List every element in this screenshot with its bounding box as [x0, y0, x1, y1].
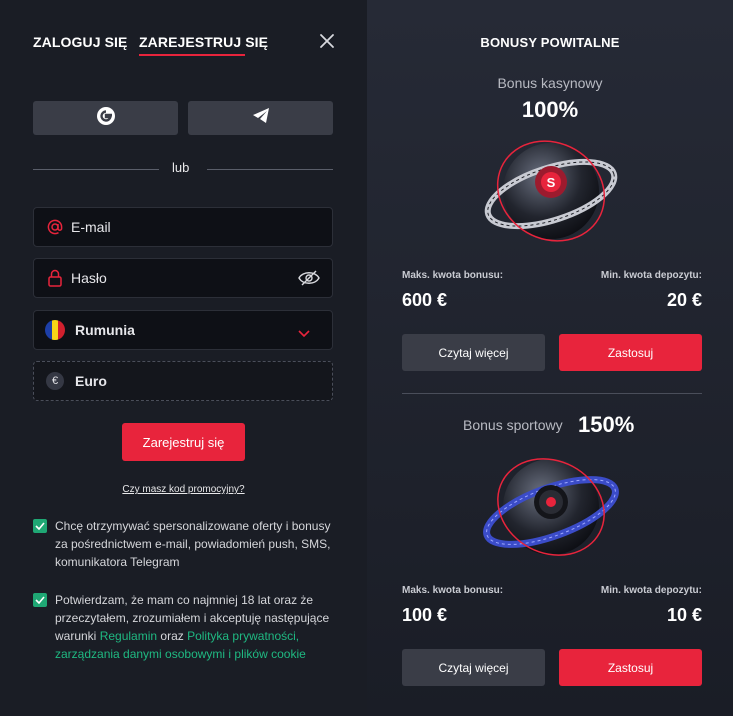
casino-min-value: 20 € [666, 290, 702, 310]
password-field[interactable]: Hasło [33, 258, 333, 298]
divider-left [33, 169, 159, 170]
terms-link[interactable]: Regulamin [100, 629, 157, 643]
country-select[interactable]: Rumunia [33, 310, 333, 350]
sport-bonus-name: Bonus sportowy [463, 417, 563, 433]
casino-apply-button[interactable]: Zastosuj [559, 334, 702, 371]
sport-max-label: Maks. kwota bonusu: [402, 585, 504, 596]
terms-consent-text: Potwierdzam, że mam co najmniej 18 lat o… [55, 591, 335, 663]
casino-max-label: Maks. kwota bonusu: [402, 270, 504, 281]
tab-login[interactable]: ZALOGUJ SIĘ [33, 34, 127, 50]
casino-bonus-image: S [478, 132, 624, 250]
divider-right [207, 169, 333, 170]
currency-select[interactable]: € Euro [33, 361, 333, 401]
bonuses-title: BONUSY POWITALNE [480, 35, 620, 50]
sport-apply-button[interactable]: Zastosuj [559, 649, 702, 686]
close-icon[interactable] [318, 32, 336, 50]
register-button[interactable]: Zarejestruj się [122, 423, 245, 461]
lock-icon [46, 269, 64, 287]
google-icon [96, 106, 116, 131]
euro-icon: € [46, 372, 64, 390]
email-placeholder: E-mail [71, 219, 111, 235]
casino-read-more-button[interactable]: Czytaj więcej [402, 334, 545, 371]
terms-checkbox[interactable] [33, 593, 47, 607]
email-field[interactable]: E-mail [33, 207, 333, 247]
casino-max-value: 600 € [402, 290, 448, 310]
marketing-checkbox[interactable] [33, 519, 47, 533]
at-icon [46, 218, 64, 236]
casino-bonus-name: Bonus kasynowy [497, 75, 603, 91]
telegram-login-button[interactable] [188, 101, 333, 135]
eye-off-icon[interactable] [298, 270, 320, 291]
currency-value: Euro [75, 373, 107, 389]
telegram-icon [251, 107, 271, 130]
check-icon [35, 591, 45, 609]
sport-max-value: 100 € [402, 605, 448, 625]
divider-label: lub [172, 160, 190, 175]
marketing-consent-text: Chcę otrzymywać spersonalizowane oferty … [55, 519, 331, 569]
password-placeholder: Hasło [71, 270, 107, 286]
svg-text:S: S [547, 175, 556, 190]
google-login-button[interactable] [33, 101, 178, 135]
country-value: Rumunia [75, 322, 135, 338]
promo-code-link[interactable]: Czy masz kod promocyjny? [0, 484, 367, 495]
tab-register[interactable]: ZAREJESTRUJ SIĘ [139, 34, 268, 50]
casino-min-label: Min. kwota depozytu: [600, 270, 702, 281]
bonus-separator [402, 393, 702, 394]
sport-min-label: Min. kwota depozytu: [600, 585, 702, 596]
sport-min-value: 10 € [666, 605, 702, 625]
check-icon [35, 517, 45, 535]
romania-flag-icon [45, 320, 65, 340]
sport-bonus-image [478, 448, 624, 566]
chevron-down-icon [298, 325, 310, 343]
active-tab-indicator [139, 54, 245, 56]
welcome-bonuses-panel: BONUSY POWITALNE Bonus kasynowy 100% S M… [367, 0, 733, 716]
sport-read-more-button[interactable]: Czytaj więcej [402, 649, 545, 686]
casino-bonus-percent: 100% [521, 97, 579, 122]
registration-panel: ZALOGUJ SIĘ ZAREJESTRUJ SIĘ lub E-mail H… [0, 0, 367, 716]
sport-bonus-percent: 150% [578, 412, 635, 437]
terms-and: oraz [157, 629, 188, 643]
